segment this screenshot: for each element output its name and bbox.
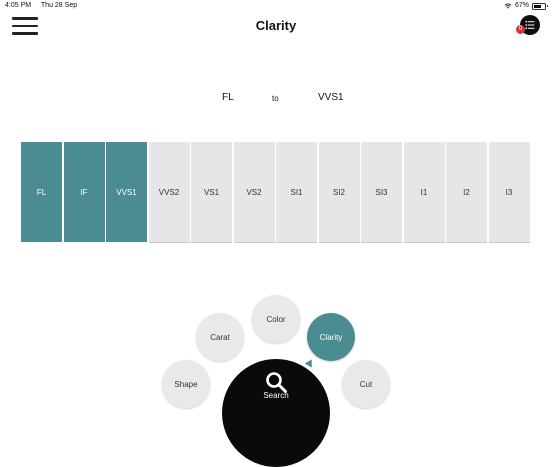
- notification-badge: 0: [516, 25, 525, 34]
- color-button[interactable]: Color: [252, 295, 300, 343]
- search-label: Search: [263, 391, 289, 400]
- carat-button[interactable]: Carat: [196, 313, 244, 361]
- status-right: 67%: [504, 0, 548, 12]
- clarity-grade-selector: FL IF VVS1 VVS2 VS1 VS2 SI1 SI2 SI3 I1 I…: [21, 142, 531, 243]
- search-button[interactable]: Search: [222, 359, 330, 467]
- grade-tile-si2[interactable]: SI2: [318, 142, 360, 242]
- grade-tile-if[interactable]: IF: [63, 142, 105, 242]
- status-time: 4:05 PM: [5, 2, 32, 9]
- status-date: Thu 28 Sep: [40, 2, 78, 9]
- battery-percent: 67%: [514, 2, 529, 9]
- grade-tile-si1[interactable]: SI1: [276, 142, 317, 242]
- grade-tile-vvs1[interactable]: VVS1: [106, 142, 147, 242]
- grade-tile-vs2[interactable]: VS2: [233, 142, 275, 242]
- grade-tile-fl[interactable]: FL: [21, 142, 62, 242]
- range-to: VVS1: [318, 92, 344, 103]
- grade-tile-i1[interactable]: I1: [403, 142, 445, 242]
- battery-level: [534, 4, 541, 8]
- status-left: 4:05 PM Thu 28 Sep: [5, 0, 85, 12]
- list-icon: [525, 21, 535, 29]
- cut-button[interactable]: Cut: [342, 360, 390, 408]
- grade-tile-i2[interactable]: I2: [446, 142, 487, 242]
- range-from: FL: [222, 92, 234, 103]
- grade-tile-vs1[interactable]: VS1: [191, 142, 232, 242]
- battery-icon: [532, 2, 548, 10]
- shape-button[interactable]: Shape: [162, 360, 210, 408]
- grade-tile-si3[interactable]: SI3: [361, 142, 402, 242]
- range-separator: to: [272, 94, 279, 103]
- battery-tip: [546, 5, 548, 7]
- wifi-icon: [504, 3, 512, 9]
- grade-tile-vvs2[interactable]: VVS2: [148, 142, 190, 242]
- status-bar: 4:05 PM Thu 28 Sep 67%: [0, 0, 552, 12]
- clarity-button[interactable]: Clarity: [307, 313, 355, 361]
- page-title: Clarity: [255, 18, 297, 33]
- grade-tile-i3[interactable]: I3: [488, 142, 530, 242]
